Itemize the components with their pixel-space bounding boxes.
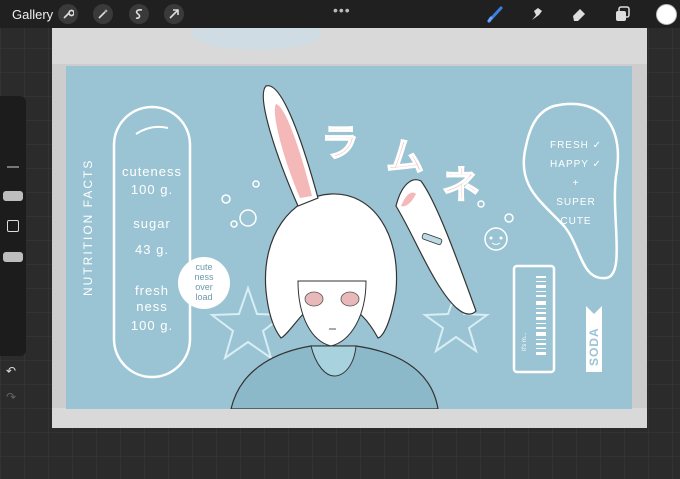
pill-line-7: 100 g. [130,318,174,333]
pill-line-2: 100 g. [130,182,174,197]
opacity-slider[interactable] [3,252,23,262]
eraser-icon[interactable] [569,4,589,24]
transform-icon[interactable] [164,4,184,24]
more-options-icon[interactable]: ••• [333,2,351,18]
nutrition-facts-label: NUTRITION FACTS [81,158,95,296]
pill-line-4: 43 g. [135,242,169,257]
bubble-line-2: ness [194,272,214,282]
gallery-button[interactable]: Gallery [12,7,53,22]
pill-line-1: cuteness [121,164,183,179]
soda-label: SODA [587,327,601,366]
wrench-icon[interactable] [58,4,78,24]
brush-icon[interactable] [485,4,505,24]
bubble-line-4: load [195,292,213,302]
selection-icon[interactable] [129,4,149,24]
redo-icon[interactable]: ↷ [6,390,16,404]
fresh-line-3: + [572,178,580,189]
smudge-icon[interactable] [527,4,547,24]
soda-label-artwork: NUTRITION FACTS cuteness 100 g. sugar 43… [66,66,632,409]
top-toolbar: Gallery ••• [0,0,680,28]
magic-wand-icon[interactable] [93,4,113,24]
fresh-line-4: SUPER [556,197,596,208]
color-picker-button[interactable] [656,4,677,25]
fresh-line-2: HAPPY ✓ [550,159,602,170]
fresh-line-5: CUTE [560,216,592,227]
can-top-band [52,28,647,64]
drawing-canvas[interactable]: NUTRITION FACTS cuteness 100 g. sugar 43… [52,28,647,428]
kana-mu: ム [385,136,425,180]
undo-icon[interactable]: ↶ [6,364,16,378]
layers-icon[interactable] [612,4,632,24]
can-bottom-band [52,408,647,428]
fresh-line-1: FRESH ✓ [549,140,603,151]
brush-size-slider[interactable] [3,191,23,201]
kana-ra: ラ [320,122,360,166]
modify-button[interactable] [7,220,19,232]
pill-line-3: sugar [133,216,171,231]
barcode-caption: it's m... [522,332,528,351]
kana-ne: ネ [441,164,481,208]
brush-sidebar: ↶ ↷ [0,96,26,404]
bubble-line-1: cute [195,262,213,272]
bubble-line-3: over [195,282,213,292]
brush-size-slider-track[interactable] [7,166,19,168]
